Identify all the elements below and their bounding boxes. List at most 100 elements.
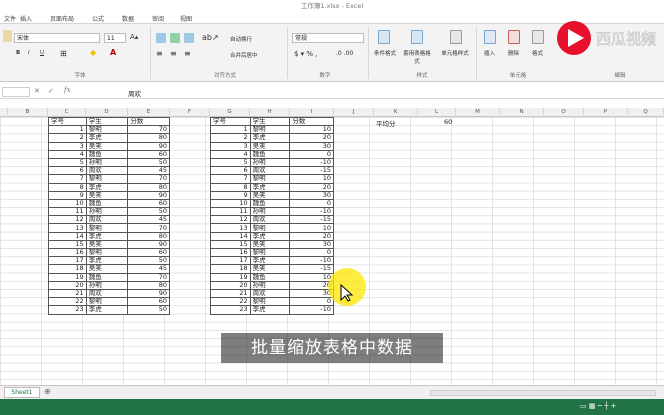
cancel-icon[interactable]: ✕	[34, 87, 40, 95]
id-cell[interactable]: 4	[210, 149, 251, 159]
student-cell[interactable]: 魏鱼	[249, 272, 291, 282]
student-cell[interactable]: 李虎	[85, 256, 129, 266]
conditional-format-button[interactable]: 条件格式	[372, 49, 398, 57]
score-cell[interactable]: 20	[289, 133, 334, 143]
student-cell[interactable]: 黎明	[85, 247, 129, 258]
insert-function-icon[interactable]: fx	[64, 86, 71, 94]
score-cell[interactable]: 30	[289, 141, 334, 151]
conditional-format-icon[interactable]	[378, 30, 390, 44]
bold-button[interactable]: B	[16, 50, 20, 56]
id-cell[interactable]: 10	[210, 198, 251, 209]
id-cell[interactable]: 14	[48, 231, 87, 241]
id-cell[interactable]: 17	[210, 256, 251, 266]
id-cell[interactable]: 3	[48, 141, 87, 151]
student-cell[interactable]: 周欢	[249, 166, 291, 176]
align-top-icon[interactable]	[156, 33, 166, 43]
student-cell[interactable]: 李虎	[85, 182, 129, 192]
id-cell[interactable]: 23	[48, 305, 87, 315]
format-button[interactable]: 格式	[532, 49, 543, 57]
col-header[interactable]: D	[86, 108, 128, 117]
score-cell[interactable]: 90	[127, 141, 170, 151]
score-cell[interactable]: 70	[127, 272, 170, 282]
tab-file[interactable]: 文件	[4, 14, 16, 23]
format-cells-icon[interactable]	[532, 30, 544, 44]
delete-cells-icon[interactable]	[508, 30, 520, 44]
student-cell[interactable]: 黎明	[249, 247, 291, 258]
score-cell[interactable]: -15	[289, 264, 334, 274]
score-cell[interactable]: -10	[289, 256, 334, 266]
id-cell[interactable]: 7	[210, 174, 251, 184]
header-cell[interactable]: 学生	[85, 117, 129, 127]
student-cell[interactable]: 魏鱼	[85, 272, 129, 282]
student-cell[interactable]: 孙明	[85, 280, 129, 290]
cell-style-button[interactable]: 单元格样式	[436, 49, 474, 57]
score-cell[interactable]: 70	[127, 125, 170, 135]
col-header[interactable]: J	[334, 108, 374, 117]
student-cell[interactable]: 周欢	[85, 166, 129, 176]
student-cell[interactable]: 周欢	[249, 288, 291, 299]
id-cell[interactable]: 2	[48, 133, 87, 143]
orientation-icon[interactable]: ab↗	[202, 33, 219, 42]
student-cell[interactable]: 黎明	[85, 223, 129, 233]
score-cell[interactable]: 60	[127, 149, 170, 159]
id-cell[interactable]: 1	[210, 125, 251, 135]
id-cell[interactable]: 2	[210, 133, 251, 143]
student-cell[interactable]: 孙明	[249, 280, 291, 290]
id-cell[interactable]: 18	[210, 264, 251, 274]
score-cell[interactable]: 20	[289, 280, 334, 290]
score-cell[interactable]: 0	[289, 247, 334, 258]
id-cell[interactable]: 12	[48, 215, 87, 225]
id-cell[interactable]: 17	[48, 256, 87, 266]
col-header[interactable]: L	[418, 108, 456, 117]
cell-style-icon[interactable]	[450, 30, 462, 44]
col-header[interactable]: F	[170, 108, 210, 117]
student-cell[interactable]: 吴笑	[85, 141, 129, 151]
format-table-icon[interactable]	[411, 30, 423, 44]
col-header[interactable]: Q	[628, 108, 664, 117]
tab-view[interactable]: 视图	[180, 14, 192, 23]
score-cell[interactable]: 10	[289, 223, 334, 233]
score-cell[interactable]: 20	[289, 182, 334, 192]
score-cell[interactable]: 30	[289, 190, 334, 200]
formula-input[interactable]: 周欢	[128, 88, 141, 98]
student-cell[interactable]: 黎明	[85, 174, 129, 184]
header-cell[interactable]: 学号	[210, 117, 251, 127]
header-cell[interactable]: 学生	[249, 117, 291, 127]
score-cell[interactable]: -15	[289, 166, 334, 176]
score-cell[interactable]: -10	[289, 157, 334, 168]
student-cell[interactable]: 魏鱼	[249, 198, 291, 209]
score-cell[interactable]: 50	[127, 207, 170, 217]
id-cell[interactable]: 9	[48, 190, 87, 200]
student-cell[interactable]: 孙明	[249, 157, 291, 168]
score-cell[interactable]: 10	[289, 125, 334, 135]
score-cell[interactable]: 90	[127, 239, 170, 250]
score-cell[interactable]: 90	[127, 190, 170, 200]
id-cell[interactable]: 15	[48, 239, 87, 250]
font-color-icon[interactable]: A	[110, 48, 116, 57]
student-cell[interactable]: 李虎	[249, 133, 291, 143]
student-cell[interactable]: 孙明	[85, 207, 129, 217]
score-cell[interactable]: 10	[289, 174, 334, 184]
id-cell[interactable]: 8	[48, 182, 87, 192]
id-cell[interactable]: 13	[210, 223, 251, 233]
col-header[interactable]: K	[374, 108, 418, 117]
id-cell[interactable]: 5	[210, 157, 251, 168]
col-header[interactable]: P	[584, 108, 628, 117]
enter-icon[interactable]: ✓	[48, 87, 54, 95]
col-header[interactable]: I	[290, 108, 334, 117]
id-cell[interactable]: 20	[210, 280, 251, 290]
student-cell[interactable]: 周欢	[85, 288, 129, 299]
id-cell[interactable]: 11	[210, 207, 251, 217]
score-cell[interactable]: 20	[289, 231, 334, 241]
score-cell[interactable]: 50	[127, 157, 170, 168]
student-cell[interactable]: 吴笑	[85, 239, 129, 250]
id-cell[interactable]: 4	[48, 149, 87, 159]
student-cell[interactable]: 黎明	[85, 125, 129, 135]
student-cell[interactable]: 孙明	[249, 207, 291, 217]
tab-formulas[interactable]: 公式	[92, 14, 104, 23]
id-cell[interactable]: 13	[48, 223, 87, 233]
font-name-select[interactable]: 宋体	[14, 33, 100, 43]
id-cell[interactable]: 3	[210, 141, 251, 151]
decimal-icon[interactable]: .0 .00	[336, 50, 353, 57]
id-cell[interactable]: 22	[210, 297, 251, 307]
